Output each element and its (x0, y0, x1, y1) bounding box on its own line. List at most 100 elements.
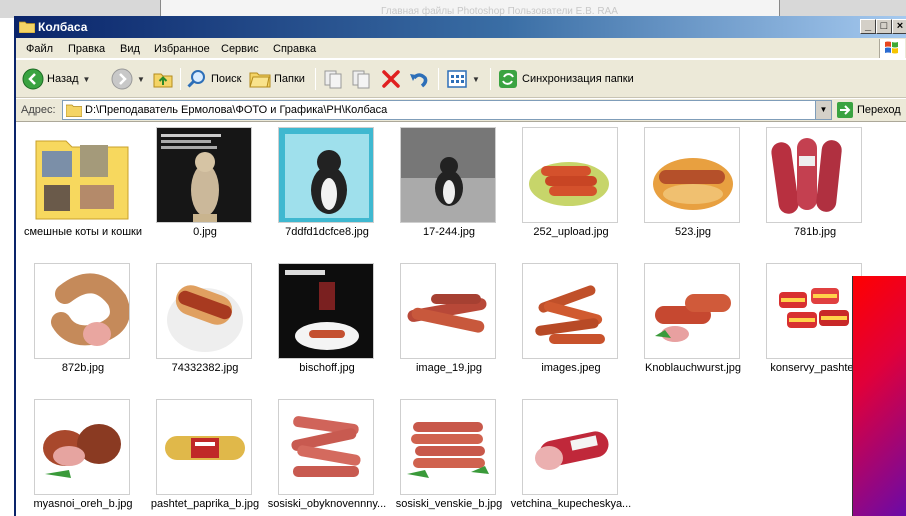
folder-up-icon (153, 73, 173, 88)
file-item[interactable]: 781b.jpg (754, 125, 876, 255)
menu-tools[interactable]: Сервис (221, 43, 259, 55)
title-bar[interactable]: Колбаса _ □ × (16, 16, 906, 38)
file-item[interactable]: vetchina_kupecheskya... (510, 397, 632, 516)
file-item[interactable]: image_19.jpg (388, 261, 510, 391)
file-item[interactable]: sosiski_obyknovennny... (266, 397, 388, 516)
maximize-button[interactable]: □ (876, 19, 892, 34)
folders-button[interactable]: Папки (249, 67, 305, 91)
views-button[interactable]: ▼ (446, 67, 480, 91)
file-item[interactable]: смешные коты и кошки (22, 125, 144, 255)
file-name: 781b.jpg (793, 226, 837, 238)
move-to-icon (324, 70, 342, 89)
toolbar-separator (315, 68, 316, 90)
file-view: смешные коты и кошки 0.jpg 7ddfd1dcfce8.… (16, 123, 906, 516)
file-name: bischoff.jpg (299, 362, 355, 374)
screen: Главная файлы Photoshop Пользователи Е.В… (0, 0, 906, 516)
search-icon (187, 70, 205, 88)
menu-file[interactable]: Файл (26, 43, 53, 55)
file-item[interactable]: 252_upload.jpg (510, 125, 632, 255)
folders-label: Папки (274, 73, 305, 85)
address-dropdown-button[interactable]: ▼ (815, 101, 831, 119)
file-name: смешные коты и кошки (23, 226, 142, 238)
chevron-down-icon: ▼ (137, 74, 145, 84)
toolbar-separator (438, 68, 439, 90)
folder-thumbnail-icon (34, 127, 130, 223)
file-item[interactable]: images.jpeg (510, 261, 632, 391)
file-item[interactable]: Knoblauchwurst.jpg (632, 261, 754, 391)
move-to-button[interactable] (322, 67, 344, 91)
file-item[interactable]: bischoff.jpg (266, 261, 388, 391)
up-button[interactable] (152, 67, 174, 91)
image-thumbnail (522, 127, 618, 223)
menu-view[interactable]: Вид (120, 43, 140, 55)
back-button[interactable]: Назад ▼ (22, 67, 90, 91)
minimize-button[interactable]: _ (860, 19, 876, 34)
overlapping-window-fragment (852, 276, 906, 516)
file-name: 74332382.jpg (171, 362, 239, 374)
file-item[interactable]: sosiski_venskie_b.jpg (388, 397, 510, 516)
file-name: sosiski_obyknovennny... (267, 498, 387, 510)
search-button[interactable]: Поиск (186, 67, 241, 91)
file-item[interactable]: myasnoi_oreh_b.jpg (22, 397, 144, 516)
image-thumbnail (278, 127, 374, 223)
image-thumbnail (522, 263, 618, 359)
toolbar-separator (180, 68, 181, 90)
image-thumbnail (34, 399, 130, 495)
forward-button[interactable]: ▼ (111, 67, 145, 91)
file-name: 0.jpg (193, 226, 217, 238)
file-name: Knoblauchwurst.jpg (644, 362, 741, 374)
file-item[interactable]: pashtet_paprika_b.jpg (144, 397, 266, 516)
file-item[interactable]: 17-244.jpg (388, 125, 510, 255)
toolbar-separator (490, 68, 491, 90)
address-label: Адрес: (21, 104, 56, 116)
windows-logo-icon (879, 39, 905, 58)
forward-arrow-icon (111, 68, 133, 90)
address-path: D:\Преподаватель Ермолова\ФОТО и Графика… (85, 104, 388, 116)
sync-label: Синхронизация папки (522, 73, 634, 85)
file-item[interactable]: 0.jpg (144, 125, 266, 255)
file-item[interactable]: 74332382.jpg (144, 261, 266, 391)
image-thumbnail (400, 399, 496, 495)
address-input[interactable]: D:\Преподаватель Ермолова\ФОТО и Графика… (62, 100, 832, 120)
image-thumbnail (766, 263, 862, 359)
file-item[interactable]: 523.jpg (632, 125, 754, 255)
search-label: Поиск (211, 73, 242, 85)
sync-folder-button[interactable]: Синхронизация папки (497, 67, 634, 91)
file-name: sosiski_venskie_b.jpg (395, 498, 503, 510)
folder-icon (66, 104, 82, 117)
back-label: Назад (47, 73, 79, 85)
close-button[interactable]: × (892, 19, 906, 34)
menu-bar: Файл Правка Вид Избранное Сервис Справка (16, 38, 906, 59)
image-thumbnail (278, 263, 374, 359)
copy-to-button[interactable] (350, 67, 372, 91)
copy-to-icon (352, 70, 370, 89)
file-name: image_19.jpg (415, 362, 483, 374)
toolbar: Назад ▼ ▼ Поиск Папки ▼ Синхронизация па… (16, 60, 906, 98)
go-button[interactable]: Переход (836, 101, 901, 119)
file-name: myasnoi_oreh_b.jpg (33, 498, 133, 510)
folders-icon (249, 72, 271, 88)
folder-icon (19, 21, 35, 33)
window-title: Колбаса (38, 20, 88, 34)
menu-help[interactable]: Справка (273, 43, 316, 55)
file-item[interactable]: 7ddfd1dcfce8.jpg (266, 125, 388, 255)
file-item[interactable]: 872b.jpg (22, 261, 144, 391)
file-name: 252_upload.jpg (533, 226, 609, 238)
undo-button[interactable] (408, 67, 430, 91)
back-arrow-icon (22, 68, 44, 90)
background-ghost-text: Главная файлы Photoshop Пользователи Е.В… (381, 6, 618, 16)
sync-icon (499, 70, 517, 88)
views-icon (447, 70, 467, 88)
file-name: pashtet_paprika_b.jpg (150, 498, 260, 510)
go-arrow-icon (837, 102, 853, 118)
image-thumbnail (156, 399, 252, 495)
menu-edit[interactable]: Правка (68, 43, 105, 55)
file-name: 872b.jpg (61, 362, 105, 374)
menu-favorites[interactable]: Избранное (154, 43, 210, 55)
image-thumbnail (156, 127, 252, 223)
file-name: images.jpeg (541, 362, 601, 374)
image-thumbnail (278, 399, 374, 495)
delete-button[interactable] (380, 67, 402, 91)
image-thumbnail (766, 127, 862, 223)
image-thumbnail (400, 127, 496, 223)
